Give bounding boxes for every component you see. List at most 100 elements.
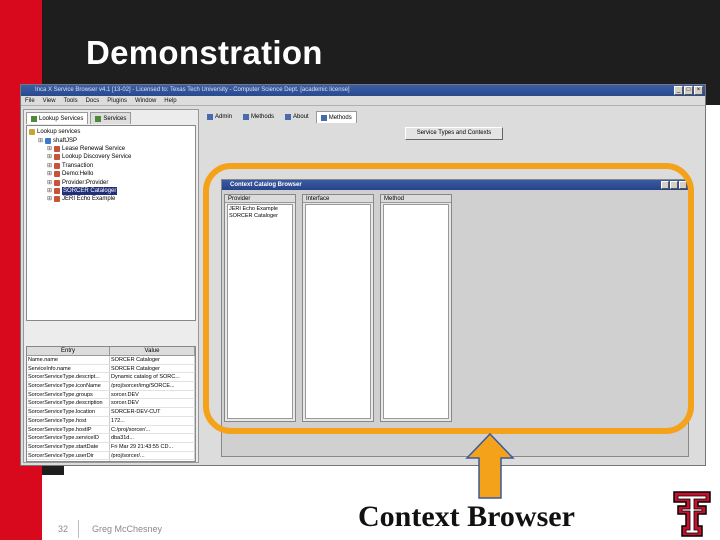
table-row[interactable]: SorcerServiceType.hostIP C:/proj/sorcer/.… bbox=[27, 425, 195, 435]
left-tabs: Lookup Services Services bbox=[24, 110, 198, 124]
table-row[interactable]: Name.name SORCER Cataloger bbox=[27, 356, 195, 365]
service-icon bbox=[54, 171, 61, 178]
table-cell: SorcerServiceType.iconName bbox=[27, 382, 111, 390]
expand-icon[interactable]: ⊞ bbox=[47, 145, 52, 153]
close-icon[interactable]: × bbox=[694, 86, 703, 95]
tree-item[interactable]: ⊞ SORCER Cataloger bbox=[29, 186, 193, 195]
table-cell: SorcerServiceType.groups bbox=[27, 390, 111, 399]
expand-icon[interactable]: ⊞ bbox=[47, 162, 52, 170]
right-tab[interactable]: Methods bbox=[315, 111, 357, 123]
table-row[interactable]: SorcerServiceType.userDir/proj/sorcer/..… bbox=[27, 451, 195, 461]
table-cell: dba31d... bbox=[110, 434, 195, 442]
properties-table: Entry Value Name.name SORCER Cataloger Servi… bbox=[26, 346, 196, 462]
highlight-outline bbox=[203, 163, 694, 434]
right-tab-label: Admin bbox=[215, 114, 233, 120]
expand-icon[interactable]: ⊞ bbox=[47, 170, 52, 178]
right-tabs: Admin Methods About Methods bbox=[201, 109, 705, 123]
expand-icon[interactable]: ⊞ bbox=[47, 179, 52, 187]
tree-item-label: Provider:Provider bbox=[62, 179, 109, 186]
expand-icon[interactable]: ⊞ bbox=[47, 153, 52, 161]
table-cell: SorcerServiceType.descript... bbox=[27, 373, 111, 382]
table-cell: SorcerServiceType.description bbox=[27, 399, 111, 408]
expand-icon[interactable]: ⊞ bbox=[47, 195, 52, 203]
window-title: Inca X Service Browser v4.1 [13-02] - Li… bbox=[35, 87, 350, 93]
table-row[interactable]: SorcerServiceType.descript... Dynamic cat… bbox=[27, 373, 195, 383]
tree-item[interactable]: ⊞ JERI Echo Example bbox=[29, 195, 193, 203]
menu-item-help[interactable]: Help bbox=[164, 96, 176, 105]
properties-header: Entry Value bbox=[27, 347, 195, 356]
table-cell: sorcer.DEV bbox=[110, 399, 195, 408]
tree-item-label: SORCER Cataloger bbox=[62, 186, 118, 195]
table-row[interactable]: SorcerServiceType.location SORCER-DEV-CUT bbox=[27, 408, 195, 417]
table-row[interactable]: SorcerServiceType.userNamesorcer bbox=[27, 460, 195, 461]
column-header[interactable]: Entry bbox=[27, 347, 111, 355]
caption: Context Browser bbox=[358, 500, 575, 533]
tree-item[interactable]: ⊞ Lease Renewal Service bbox=[29, 145, 193, 153]
table-cell: SorcerServiceType.userDir bbox=[27, 451, 111, 460]
maximize-icon[interactable]: □ bbox=[684, 86, 693, 95]
service-icon bbox=[54, 154, 61, 161]
tree-item[interactable]: ⊞ Transaction bbox=[29, 162, 193, 170]
table-row[interactable]: SorcerServiceType.host 172... bbox=[27, 416, 195, 426]
right-tab[interactable]: About bbox=[281, 111, 313, 123]
table-cell: SORCER Cataloger bbox=[110, 356, 195, 364]
menu-bar: File View Tools Docs Plugins Window Help bbox=[21, 96, 705, 106]
tree-item-label: shaftJSP bbox=[53, 137, 78, 144]
service-types-button[interactable]: Service Types and Contexts bbox=[405, 127, 503, 140]
up-arrow-icon bbox=[465, 432, 515, 499]
tree-item[interactable]: ⊞ Lookup Discovery Service bbox=[29, 153, 193, 161]
table-cell: SorcerServiceType.startDate bbox=[27, 442, 111, 451]
double-t-logo bbox=[673, 491, 711, 537]
tree-item[interactable]: ⊞ Demo:Hello bbox=[29, 170, 193, 178]
tab-icon bbox=[243, 114, 250, 120]
table-cell: 172... bbox=[110, 416, 195, 425]
tree-item-label: Transaction bbox=[62, 162, 94, 169]
column-header[interactable]: Value bbox=[110, 347, 195, 355]
expand-icon[interactable]: ⊞ bbox=[47, 187, 52, 195]
menu-item-window[interactable]: Window bbox=[135, 96, 156, 105]
tree-item[interactable]: ⊞ shaftJSP bbox=[29, 136, 193, 144]
page-number: 32 bbox=[58, 524, 69, 534]
menu-item-docs[interactable]: Docs bbox=[86, 96, 100, 105]
tree-item-label: JERI Echo Example bbox=[62, 196, 116, 203]
left-tab[interactable]: Services bbox=[90, 112, 132, 124]
left-pane: Lookup Services Services Lookup services ⊞… bbox=[23, 109, 199, 463]
table-cell: /proj/sorcer/... bbox=[110, 451, 195, 460]
menu-item-plugins[interactable]: Plugins bbox=[107, 96, 127, 105]
menu-item-tools[interactable]: Tools bbox=[64, 96, 78, 105]
author: Greg McChesney bbox=[92, 524, 163, 534]
tree-item[interactable]: Lookup services bbox=[29, 128, 193, 136]
table-row[interactable]: ServiceInfo.name SORCER Cataloger bbox=[27, 364, 195, 374]
right-tab-label: About bbox=[293, 114, 309, 120]
tab-icon bbox=[320, 114, 327, 121]
table-row[interactable]: SorcerServiceType.iconName/proj/sorcer/i… bbox=[27, 382, 195, 391]
table-row[interactable]: SorcerServiceType.serviceID dba31d... bbox=[27, 434, 195, 443]
table-row[interactable]: SorcerServiceType.startDate Fri Mar 29 21… bbox=[27, 442, 195, 452]
expand-icon[interactable]: ⊞ bbox=[38, 137, 43, 145]
service-icon bbox=[54, 145, 61, 152]
table-cell: Dynamic catalog of SORC... bbox=[110, 373, 195, 382]
menu-item-file[interactable]: File bbox=[25, 96, 35, 105]
tree-item-label: Lookup Discovery Service bbox=[62, 154, 132, 161]
window-titlebar: Inca X Service Browser v4.1 [13-02] - Li… bbox=[21, 85, 705, 96]
right-tab[interactable]: Admin bbox=[203, 111, 236, 123]
tree-item-label: Demo:Hello bbox=[62, 171, 94, 178]
slide-title: Demonstration bbox=[86, 34, 323, 71]
table-cell: SORCER-DEV-CUT bbox=[110, 408, 195, 416]
minimize-icon[interactable]: _ bbox=[674, 86, 683, 95]
service-icon bbox=[54, 187, 61, 194]
table-row[interactable]: SorcerServiceType.description sorcer.DEV bbox=[27, 399, 195, 409]
left-tab[interactable]: Lookup Services bbox=[26, 112, 89, 124]
services-icon bbox=[95, 115, 102, 122]
service-icon bbox=[54, 196, 61, 203]
table-cell: SorcerServiceType.hostIP bbox=[27, 425, 111, 434]
table-cell: SorcerServiceType.userName bbox=[27, 460, 111, 461]
service-tree[interactable]: Lookup services ⊞ shaftJSP ⊞ Lease Renewal S… bbox=[26, 125, 196, 321]
tree-item[interactable]: ⊞ Provider:Provider bbox=[29, 178, 193, 186]
right-tab-label: Methods bbox=[251, 114, 275, 120]
right-tab[interactable]: Methods bbox=[239, 111, 278, 123]
left-tab-label: Lookup Services bbox=[39, 115, 84, 122]
table-row[interactable]: SorcerServiceType.groups sorcer.DEV bbox=[27, 390, 195, 400]
menu-item-view[interactable]: View bbox=[43, 96, 56, 105]
tree-item-label: Lease Renewal Service bbox=[62, 145, 126, 152]
